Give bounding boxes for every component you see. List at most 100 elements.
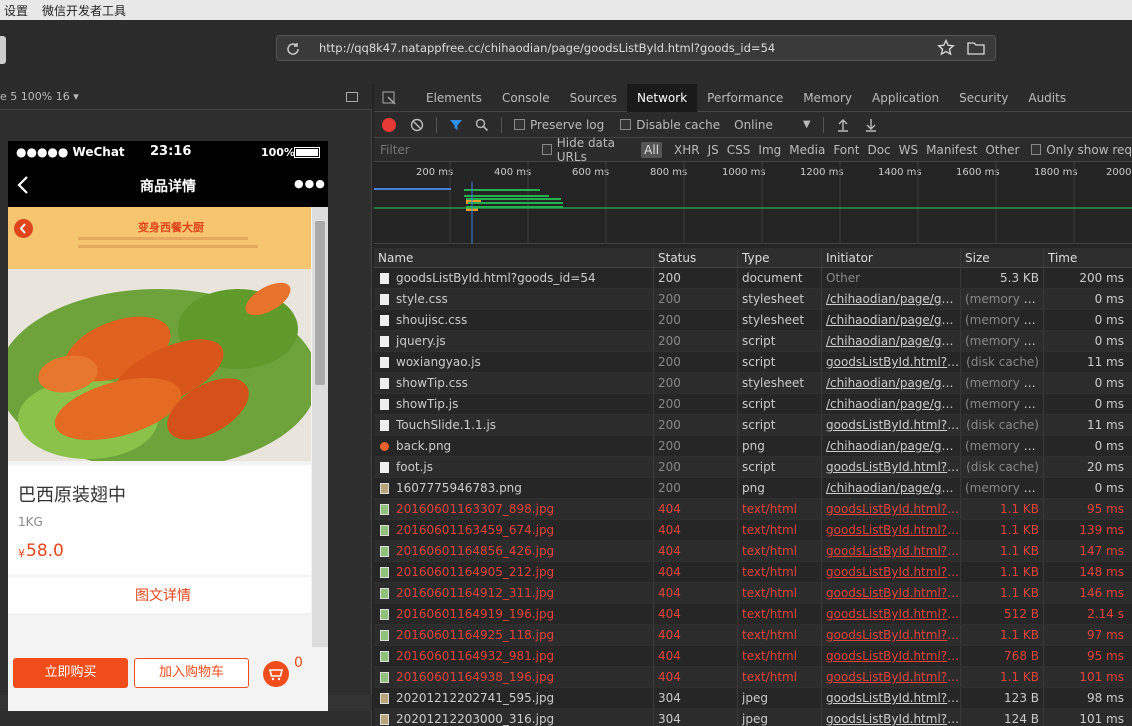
phone-scroll-thumb[interactable]: [315, 221, 325, 385]
filter-img[interactable]: Img: [758, 143, 781, 157]
request-name[interactable]: style.css: [374, 289, 654, 309]
filter-all[interactable]: All: [641, 141, 663, 158]
tab-performance[interactable]: Performance: [697, 84, 793, 112]
request-name[interactable]: shoujisc.css: [374, 310, 654, 330]
table-row[interactable]: showTip.js 200 script/chihaodian/page/goo.…: [374, 394, 1132, 415]
request-name[interactable]: 20160601164932_981.jpg: [374, 646, 654, 666]
request-name[interactable]: TouchSlide.1.1.js: [374, 415, 654, 435]
preserve-log-checkbox[interactable]: [514, 119, 525, 130]
request-initiator[interactable]: goodsListById.html?g...: [822, 709, 961, 726]
filter-css[interactable]: CSS: [727, 143, 751, 157]
folder-icon[interactable]: [967, 40, 985, 56]
col-initiator[interactable]: Initiator: [822, 248, 961, 267]
table-row[interactable]: 20160601164932_981.jpg 404 text/html goodsL…: [374, 646, 1132, 667]
throttle-select[interactable]: Online: [734, 118, 773, 132]
menu-settings[interactable]: 设置: [4, 2, 28, 19]
refresh-icon[interactable]: [285, 41, 301, 57]
table-row[interactable]: 20160601164938_196.jpg 404 text/html goodsL…: [374, 667, 1132, 688]
clear-icon[interactable]: [410, 118, 424, 132]
request-name[interactable]: 20160601164856_426.jpg: [374, 541, 654, 561]
table-row[interactable]: 1607775946783.png 200 png/chihaodian/page/…: [374, 478, 1132, 499]
table-row[interactable]: woxiangyao.js 200 script goodsListById.html…: [374, 352, 1132, 373]
import-icon[interactable]: [836, 118, 850, 132]
request-name[interactable]: goodsListById.html?goods_id=54: [374, 268, 654, 288]
table-row[interactable]: 20160601163307_898.jpg 404 text/html goodsL…: [374, 499, 1132, 520]
more-icon[interactable]: ●●●: [294, 177, 326, 190]
filter-font[interactable]: Font: [833, 143, 859, 157]
filter-media[interactable]: Media: [789, 143, 825, 157]
request-initiator[interactable]: goodsListById.html?g...: [822, 499, 961, 519]
request-name[interactable]: jquery.js: [374, 331, 654, 351]
request-initiator[interactable]: goodsListById.html?g...: [822, 352, 961, 372]
tab-sources[interactable]: Sources: [560, 84, 627, 112]
phone-scrollbar[interactable]: [312, 207, 328, 647]
filter-js[interactable]: JS: [708, 143, 719, 157]
cart-icon[interactable]: [263, 661, 289, 687]
table-row[interactable]: style.css 200 stylesheet/chihaodian/page/g…: [374, 289, 1132, 310]
back-arrow-icon[interactable]: [16, 175, 30, 195]
filter-doc[interactable]: Doc: [867, 143, 890, 157]
request-name[interactable]: woxiangyao.js: [374, 352, 654, 372]
table-row[interactable]: foot.js 200 script goodsListById.html?g...(…: [374, 457, 1132, 478]
menu-devtools[interactable]: 微信开发者工具: [42, 2, 126, 19]
request-initiator[interactable]: goodsListById.html?g...: [822, 541, 961, 561]
request-name[interactable]: 20160601164905_212.jpg: [374, 562, 654, 582]
request-name[interactable]: 20160601163459_674.jpg: [374, 520, 654, 540]
search-icon[interactable]: [475, 118, 489, 132]
tab-network[interactable]: Network: [627, 83, 698, 112]
record-icon[interactable]: [382, 117, 396, 132]
slide-prev-icon[interactable]: [14, 219, 33, 238]
star-icon[interactable]: [937, 39, 955, 57]
detach-icon[interactable]: [346, 92, 358, 102]
table-row[interactable]: 20160601164912_311.jpg 404 text/html goodsL…: [374, 583, 1132, 604]
tab-memory[interactable]: Memory: [793, 84, 862, 112]
detail-link[interactable]: 图文详情: [135, 585, 191, 605]
table-row[interactable]: shoujisc.css 200 stylesheet/chihaodian/pag…: [374, 310, 1132, 331]
request-name[interactable]: showTip.js: [374, 394, 654, 414]
col-time[interactable]: Time: [1044, 248, 1132, 267]
request-name[interactable]: back.png: [374, 436, 654, 456]
tab-audits[interactable]: Audits: [1018, 84, 1076, 112]
request-initiator[interactable]: /chihaodian/page/goo...: [822, 478, 961, 498]
inspect-element-icon[interactable]: [374, 84, 404, 112]
request-initiator[interactable]: /chihaodian/page/goo...: [822, 331, 961, 351]
col-name[interactable]: Name: [374, 248, 654, 267]
request-initiator[interactable]: goodsListById.html?g...: [822, 520, 961, 540]
table-row[interactable]: goodsListById.html?goods_id=54 200 documen…: [374, 268, 1132, 289]
request-initiator[interactable]: goodsListById.html?g...: [822, 646, 961, 666]
filter-ws[interactable]: WS: [899, 143, 918, 157]
add-to-cart-button[interactable]: 加入购物车: [134, 658, 249, 688]
request-name[interactable]: 20160601164912_311.jpg: [374, 583, 654, 603]
request-initiator[interactable]: /chihaodian/page/goo...: [822, 289, 961, 309]
request-name[interactable]: 20160601164919_196.jpg: [374, 604, 654, 624]
col-status[interactable]: Status: [654, 248, 738, 267]
tab-application[interactable]: Application: [862, 84, 949, 112]
table-row[interactable]: 20201212202741_595.jpg 304 jpeg goodsListBy…: [374, 688, 1132, 709]
filter-manifest[interactable]: Manifest: [926, 143, 977, 157]
table-row[interactable]: 20160601164925_118.jpg 404 text/html goodsL…: [374, 625, 1132, 646]
request-initiator[interactable]: goodsListById.html?g...: [822, 457, 961, 477]
table-row[interactable]: 20160601164919_196.jpg 404 text/html goodsL…: [374, 604, 1132, 625]
filter-xhr[interactable]: XHR: [674, 143, 700, 157]
device-selector[interactable]: e 5 100% 16 ▾: [0, 90, 79, 103]
filter-icon[interactable]: [449, 118, 463, 132]
request-initiator[interactable]: Other: [822, 268, 961, 288]
request-initiator[interactable]: goodsListById.html?g...: [822, 604, 961, 624]
request-initiator[interactable]: goodsListById.html?g...: [822, 688, 961, 708]
table-row[interactable]: showTip.css 200 stylesheet/chihaodian/page…: [374, 373, 1132, 394]
filter-other[interactable]: Other: [985, 143, 1019, 157]
request-initiator[interactable]: goodsListById.html?g...: [822, 583, 961, 603]
col-size[interactable]: Size: [961, 248, 1044, 267]
timeline-overview[interactable]: 200 ms 400 ms 600 ms 800 ms 1000 ms 1200…: [374, 162, 1132, 244]
tab-elements[interactable]: Elements: [416, 84, 492, 112]
request-initiator[interactable]: /chihaodian/page/goo...: [822, 436, 961, 456]
request-name[interactable]: 20160601163307_898.jpg: [374, 499, 654, 519]
table-row[interactable]: jquery.js 200 script/chihaodian/page/goo..…: [374, 331, 1132, 352]
request-name[interactable]: 1607775946783.png: [374, 478, 654, 498]
request-initiator[interactable]: /chihaodian/page/goo...: [822, 373, 961, 393]
request-name[interactable]: 20201212202741_595.jpg: [374, 688, 654, 708]
table-row[interactable]: 20160601164905_212.jpg 404 text/html goodsL…: [374, 562, 1132, 583]
table-row[interactable]: back.png 200 png/chihaodian/page/goo... (me…: [374, 436, 1132, 457]
request-initiator[interactable]: /chihaodian/page/goo...: [822, 310, 961, 330]
table-row[interactable]: 20160601163459_674.jpg 404 text/html goodsL…: [374, 520, 1132, 541]
